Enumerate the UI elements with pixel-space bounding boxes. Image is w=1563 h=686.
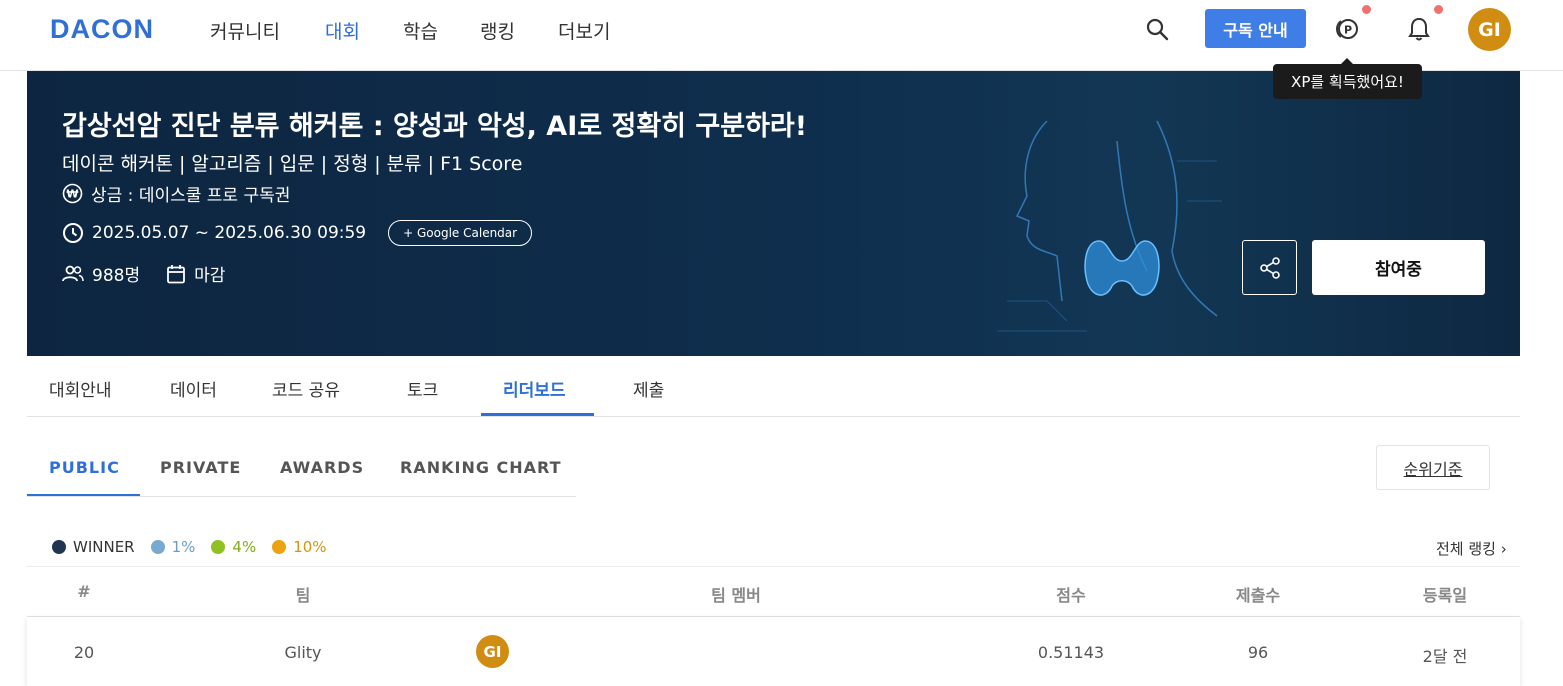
competition-title: 갑상선암 진단 분류 해커톤 : 양성과 악성, AI로 정확히 구분하라!: [62, 111, 808, 142]
legend-label: 1%: [171, 538, 196, 556]
svg-text:P: P: [1344, 24, 1352, 37]
bell-icon[interactable]: [1407, 16, 1431, 42]
legend-winner: WINNER: [52, 538, 135, 556]
row-submissions: 96: [1247, 643, 1269, 662]
legend-dot: [150, 540, 165, 554]
nav-competition[interactable]: 대회: [325, 17, 360, 44]
join-button[interactable]: 참여중: [1312, 240, 1485, 295]
row-score: 0.51143: [1037, 643, 1105, 662]
subtab-private[interactable]: PRIVATE: [160, 458, 241, 477]
subtab-public[interactable]: PUBLIC: [49, 458, 120, 477]
active-subtab-underline: [27, 494, 140, 496]
nav-ranking[interactable]: 랭킹: [480, 17, 515, 44]
user-avatar[interactable]: GI: [1468, 8, 1511, 51]
competition-banner: 갑상선암 진단 분류 해커톤 : 양성과 악성, AI로 정확히 구분하라! 데…: [27, 71, 1520, 356]
tier-legend: WINNER 1% 4% 10%: [52, 538, 343, 556]
tab-data[interactable]: 데이터: [170, 376, 217, 401]
point-icon[interactable]: P: [1333, 17, 1361, 41]
row-team[interactable]: Glity: [284, 643, 321, 662]
thyroid-illustration-icon: [997, 120, 1222, 332]
share-icon: [1259, 256, 1280, 279]
legend-4pct: 4%: [211, 538, 256, 556]
row-rank: 20: [73, 643, 95, 662]
col-submissions: 제출수: [1235, 586, 1281, 605]
share-button[interactable]: [1242, 240, 1297, 295]
participants-count: 988명: [92, 266, 141, 286]
nav-more[interactable]: 더보기: [558, 17, 610, 44]
tab-code-share[interactable]: 코드 공유: [272, 376, 340, 401]
col-rank: #: [77, 582, 91, 601]
col-score: 점수: [1056, 586, 1086, 605]
status-text: 마감: [194, 266, 226, 286]
row-date: 2달 전: [1422, 647, 1468, 666]
xp-tooltip: XP를 획득했어요!: [1273, 58, 1422, 99]
legend-10pct: 10%: [272, 538, 327, 556]
legend-1pct: 1%: [150, 538, 196, 556]
prize-text: 상금 : 데이스쿨 프로 구독권: [91, 186, 291, 206]
table-row[interactable]: 20 Glity GI 0.51143 96 2달 전: [27, 617, 1520, 686]
tab-talk[interactable]: 토크: [407, 376, 438, 401]
legend-label: WINNER: [73, 538, 135, 556]
google-calendar-button[interactable]: + Google Calendar: [388, 220, 533, 246]
tab-leaderboard[interactable]: 리더보드: [503, 376, 566, 401]
subtab-awards[interactable]: AWARDS: [280, 458, 364, 477]
legend-label: 4%: [232, 538, 257, 556]
member-avatar[interactable]: GI: [476, 635, 509, 668]
leaderboard-tabs: PUBLIC PRIVATE AWARDS RANKING CHART: [27, 437, 576, 497]
won-icon: ₩: [62, 183, 83, 204]
period-text: 2025.05.07 ~ 2025.06.30 09:59: [92, 223, 367, 243]
legend-label: 10%: [293, 538, 327, 556]
bell-notification-dot: [1434, 5, 1443, 14]
active-tab-underline: [481, 413, 594, 416]
tab-submit[interactable]: 제출: [633, 376, 664, 401]
clock-icon: [63, 223, 83, 243]
col-team: 팀: [295, 586, 311, 605]
col-date: 등록일: [1422, 586, 1468, 605]
nav-community[interactable]: 커뮤니티: [210, 17, 280, 44]
dacon-logo[interactable]: DACON: [50, 14, 154, 45]
svg-text:₩: ₩: [66, 188, 78, 201]
nav-learning[interactable]: 학습: [403, 17, 438, 44]
legend-dot: [272, 540, 287, 554]
subscribe-button[interactable]: 구독 안내: [1205, 9, 1306, 48]
calendar-icon: [167, 264, 185, 283]
stat-row: 988명 마감: [62, 261, 225, 286]
leaderboard-header: # 팀 팀 멤버 점수 제출수 등록일: [27, 566, 1520, 617]
legend-dot: [211, 540, 226, 554]
rank-criteria-button[interactable]: 순위기준: [1376, 445, 1490, 490]
people-icon: [62, 265, 84, 281]
period-row: 2025.05.07 ~ 2025.06.30 09:59 + Google C…: [62, 220, 533, 246]
all-ranking-link[interactable]: 전체 랭킹 ›: [1436, 538, 1507, 559]
search-icon[interactable]: [1145, 17, 1169, 41]
point-notification-dot: [1362, 5, 1371, 14]
competition-tabs: 대회안내 데이터 코드 공유 토크 리더보드 제출: [27, 356, 1520, 417]
subtab-ranking-chart[interactable]: RANKING CHART: [400, 458, 562, 477]
legend-dot: [52, 540, 66, 554]
col-members: 팀 멤버: [711, 586, 761, 605]
tab-overview[interactable]: 대회안내: [49, 376, 112, 401]
top-header: DACON 커뮤니티 대회 학습 랭킹 더보기 구독 안내 P GI: [0, 0, 1563, 71]
prize-row: ₩ 상금 : 데이스쿨 프로 구독권: [62, 181, 290, 206]
competition-tags: 데이콘 해커톤 | 알고리즘 | 입문 | 정형 | 분류 | F1 Score: [62, 153, 523, 175]
